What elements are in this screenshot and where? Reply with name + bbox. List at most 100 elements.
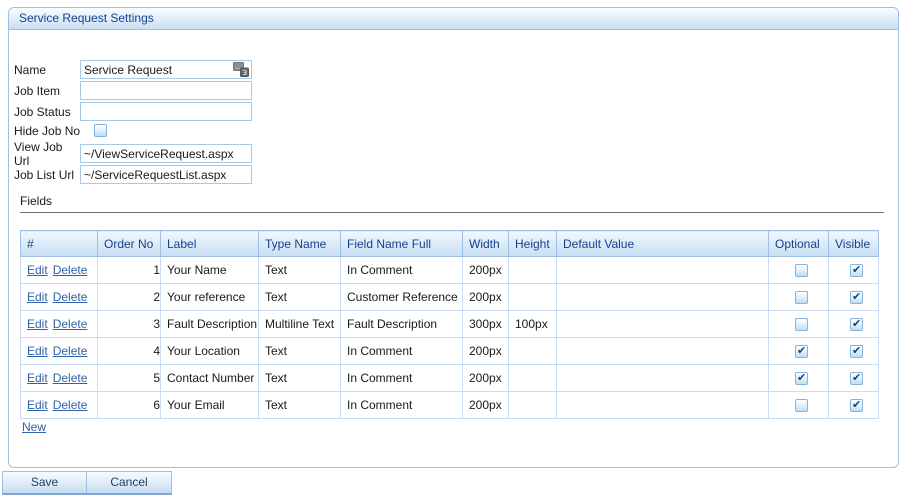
table-header-row: # Order No Label Type Name Field Name Fu… xyxy=(21,231,879,257)
field-name-cell: In Comment xyxy=(341,392,463,419)
edit-link[interactable]: Edit xyxy=(27,263,48,277)
label-cell: Fault Description xyxy=(161,311,259,338)
col-header-label: Label xyxy=(161,231,259,257)
col-header-type-name: Type Name xyxy=(259,231,341,257)
view-job-url-input[interactable] xyxy=(80,144,252,163)
hide-job-no-checkbox[interactable] xyxy=(94,124,107,137)
width-cell: 200px xyxy=(463,338,509,365)
label-cell: Your Name xyxy=(161,257,259,284)
optional-checkbox[interactable] xyxy=(795,372,808,385)
type-name-cell: Text xyxy=(259,392,341,419)
default-value-cell xyxy=(557,392,769,419)
height-cell xyxy=(509,365,557,392)
edit-link[interactable]: Edit xyxy=(27,371,48,385)
save-button[interactable]: Save xyxy=(2,471,87,495)
col-header-field-name-full: Field Name Full xyxy=(341,231,463,257)
table-row: EditDelete 6 Your Email Text In Comment … xyxy=(21,392,879,419)
order-no-cell: 4 xyxy=(98,338,161,365)
col-header-actions: # xyxy=(21,231,98,257)
edit-link[interactable]: Edit xyxy=(27,344,48,358)
field-name-cell: In Comment xyxy=(341,365,463,392)
name-label: Name xyxy=(14,63,80,77)
job-item-input[interactable] xyxy=(80,81,252,100)
default-value-cell xyxy=(557,284,769,311)
panel-title: Service Request Settings xyxy=(9,8,898,30)
table-row: Edit Delete 2 Your reference Text Custome… xyxy=(21,284,879,311)
fields-table: # Order No Label Type Name Field Name Fu… xyxy=(20,230,879,419)
job-list-url-input[interactable] xyxy=(80,165,252,184)
job-item-label: Job Item xyxy=(14,84,80,98)
type-name-cell: Text xyxy=(259,257,341,284)
height-cell xyxy=(509,284,557,311)
table-row: EditDelete 4 Your Location Text In Comme… xyxy=(21,338,879,365)
order-no-cell: 2 xyxy=(98,284,161,311)
table-row: Edit Delete 3 Fault Description Multiline… xyxy=(21,311,879,338)
optional-checkbox[interactable] xyxy=(795,318,808,331)
default-value-cell xyxy=(557,365,769,392)
order-no-cell: 1 xyxy=(98,257,161,284)
width-cell: 300px xyxy=(463,311,509,338)
default-value-cell xyxy=(557,338,769,365)
label-cell: Your reference xyxy=(161,284,259,311)
delete-link[interactable]: Delete xyxy=(53,317,88,331)
width-cell: 200px xyxy=(463,392,509,419)
cancel-button[interactable]: Cancel xyxy=(87,471,172,495)
visible-checkbox[interactable] xyxy=(850,318,863,331)
col-header-width: Width xyxy=(463,231,509,257)
col-header-visible: Visible xyxy=(829,231,879,257)
label-cell: Contact Number xyxy=(161,365,259,392)
visible-checkbox[interactable] xyxy=(850,291,863,304)
svg-text:...: ... xyxy=(235,64,241,71)
height-cell: 100px xyxy=(509,311,557,338)
col-header-optional: Optional xyxy=(769,231,829,257)
job-status-label: Job Status xyxy=(14,105,80,119)
order-no-cell: 3 xyxy=(98,311,161,338)
type-name-cell: Text xyxy=(259,284,341,311)
label-cell: Your Email xyxy=(161,392,259,419)
default-value-cell xyxy=(557,311,769,338)
optional-checkbox[interactable] xyxy=(795,291,808,304)
field-name-cell: Customer Reference xyxy=(341,284,463,311)
field-name-cell: In Comment xyxy=(341,257,463,284)
job-list-url-label: Job List Url xyxy=(14,168,80,182)
edit-link[interactable]: Edit xyxy=(27,317,48,331)
table-row: EditDelete 1 Your Name Text In Comment 2… xyxy=(21,257,879,284)
label-cell: Your Location xyxy=(161,338,259,365)
table-row: EditDelete 5 Contact Number Text In Comm… xyxy=(21,365,879,392)
width-cell: 200px xyxy=(463,284,509,311)
col-header-order-no: Order No xyxy=(98,231,161,257)
order-no-cell: 6 xyxy=(98,392,161,419)
delete-link[interactable]: Delete xyxy=(53,371,88,385)
new-link[interactable]: New xyxy=(22,420,46,434)
default-value-cell xyxy=(557,257,769,284)
delete-link[interactable]: Delete xyxy=(53,398,88,412)
type-name-cell: Multiline Text xyxy=(259,311,341,338)
field-name-cell: Fault Description xyxy=(341,311,463,338)
col-header-default-value: Default Value xyxy=(557,231,769,257)
visible-checkbox[interactable] xyxy=(850,345,863,358)
delete-link[interactable]: Delete xyxy=(53,263,88,277)
localization-icon[interactable]: ... 3 xyxy=(233,62,249,77)
hide-job-no-label: Hide Job No xyxy=(14,124,94,138)
optional-checkbox[interactable] xyxy=(795,264,808,277)
visible-checkbox[interactable] xyxy=(850,264,863,277)
height-cell xyxy=(509,257,557,284)
optional-checkbox[interactable] xyxy=(795,399,808,412)
delete-link[interactable]: Delete xyxy=(53,344,88,358)
edit-link[interactable]: Edit xyxy=(27,398,48,412)
svg-text:3: 3 xyxy=(243,69,247,77)
fields-section-heading: Fields xyxy=(20,194,884,213)
edit-link[interactable]: Edit xyxy=(27,290,48,304)
name-input[interactable] xyxy=(80,60,252,79)
job-status-input[interactable] xyxy=(80,102,252,121)
visible-checkbox[interactable] xyxy=(850,372,863,385)
optional-checkbox[interactable] xyxy=(795,345,808,358)
height-cell xyxy=(509,392,557,419)
delete-link[interactable]: Delete xyxy=(53,290,88,304)
visible-checkbox[interactable] xyxy=(850,399,863,412)
width-cell: 200px xyxy=(463,365,509,392)
type-name-cell: Text xyxy=(259,338,341,365)
order-no-cell: 5 xyxy=(98,365,161,392)
col-header-height: Height xyxy=(509,231,557,257)
height-cell xyxy=(509,338,557,365)
